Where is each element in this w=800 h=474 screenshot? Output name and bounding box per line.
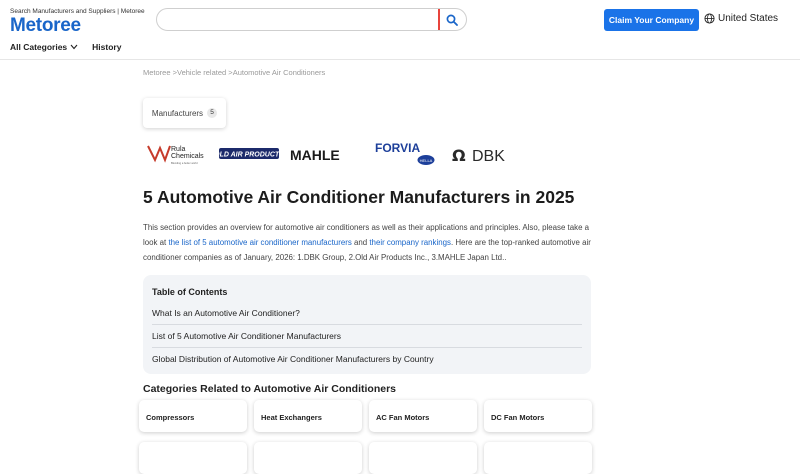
breadcrumb-current[interactable]: Automotive Air Conditioners [233, 68, 326, 77]
hella-logo-text: HELLA [420, 158, 433, 163]
mahle-logo-text: MAHLE [290, 147, 340, 163]
globe-icon [704, 13, 715, 24]
nav-history[interactable]: History [92, 42, 121, 52]
search-input[interactable] [167, 12, 432, 28]
breadcrumb: Metoree >Vehicle related >Automotive Air… [143, 68, 325, 77]
toc-title: Table of Contents [152, 287, 228, 297]
region-selector[interactable]: United States [704, 13, 778, 24]
nav-all-categories[interactable]: All Categories [10, 42, 78, 52]
old-air-products-logo[interactable]: OLD AIR PRODUCTS [214, 148, 284, 159]
rula-logo-slogan: Blending a better world [171, 161, 198, 165]
brand[interactable]: Search Manufacturers and Suppliers | Met… [10, 8, 145, 36]
tab-manufacturers-label: Manufacturers [151, 108, 204, 118]
category-card-ac-fan-motors[interactable]: AC Fan Motors [369, 400, 477, 432]
company-rankings-link[interactable]: their company rankings [369, 238, 451, 247]
tab-manufacturers[interactable]: Manufacturers 5 [143, 98, 226, 128]
region-label: United States [718, 13, 779, 24]
chevron-down-icon [70, 44, 78, 50]
category-card-dc-fan-motors[interactable]: DC Fan Motors [484, 400, 592, 432]
toc-item-what-is[interactable]: What Is an Automotive Air Conditioner? [152, 302, 582, 325]
nav-history-label: History [92, 42, 122, 52]
manufacturer-logos: Rula Chemicals Blending a better world O… [143, 140, 523, 168]
nav-all-categories-label: All Categories [10, 42, 68, 52]
intro-paragraph: This section provides an overview for au… [143, 220, 591, 265]
category-card-heat-exchangers[interactable]: Heat Exchangers [254, 400, 362, 432]
forvia-logo-text: FORVIA [375, 141, 420, 155]
search-divider [438, 9, 440, 30]
category-card[interactable] [369, 442, 477, 474]
breadcrumb-home[interactable]: Metoree [143, 68, 171, 77]
page-title: 5 Automotive Air Conditioner Manufacture… [143, 187, 575, 207]
table-of-contents: Table of Contents What Is an Automotive … [143, 275, 591, 374]
category-card[interactable] [254, 442, 362, 474]
old-air-logo-text: OLD AIR PRODUCTS [214, 152, 284, 159]
toc-item-manufacturer-list[interactable]: List of 5 Automotive Air Conditioner Man… [152, 325, 582, 348]
mahle-logo[interactable]: MAHLE [290, 147, 340, 163]
search-button[interactable] [443, 11, 461, 29]
dbk-logo[interactable]: Ω DBK [452, 146, 505, 165]
rula-logo-line2: Chemicals [171, 153, 204, 160]
top-nav: All Categories History [10, 42, 121, 52]
manufacturer-list-link[interactable]: the list of 5 automotive air conditioner… [168, 238, 351, 247]
related-categories-title: Categories Related to Automotive Air Con… [143, 383, 396, 395]
intro-text-2: and [351, 238, 370, 247]
forvia-hella-logo[interactable]: FORVIA HELLA [375, 141, 435, 165]
rula-chemicals-logo[interactable]: Rula Chemicals Blending a better world [147, 145, 204, 165]
metoree-logo[interactable]: Metoree [10, 16, 145, 36]
dbk-logo-text: DBK [472, 148, 505, 165]
manufacturer-count-badge: 5 [207, 108, 218, 118]
logo-strip: Rula Chemicals Blending a better world O… [147, 141, 505, 165]
claim-company-button[interactable]: Claim Your Company [604, 9, 699, 31]
toc-item-global-distribution[interactable]: Global Distribution of Automotive Air Co… [152, 348, 582, 371]
rula-logo-line1: Rula [171, 146, 186, 153]
dbk-omega-icon: Ω [452, 146, 466, 165]
search-icon [446, 14, 458, 26]
breadcrumb-vehicle-related[interactable]: Vehicle related [177, 68, 226, 77]
category-card-compressors[interactable]: Compressors [139, 400, 247, 432]
category-card[interactable] [484, 442, 592, 474]
site-header: Search Manufacturers and Suppliers | Met… [0, 0, 800, 60]
category-card[interactable] [139, 442, 247, 474]
search-bar[interactable] [156, 8, 467, 31]
